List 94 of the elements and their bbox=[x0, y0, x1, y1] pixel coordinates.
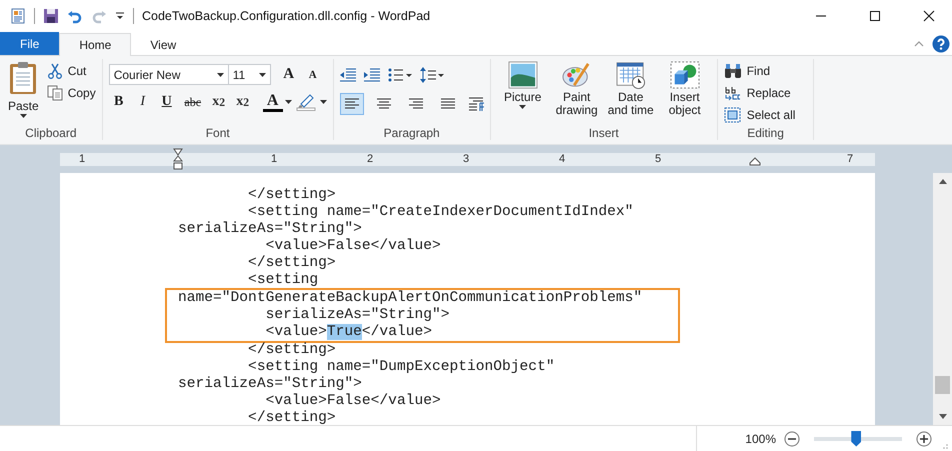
code-line: <value>False</value> bbox=[264, 238, 441, 254]
code-line: </setting> bbox=[247, 342, 336, 358]
group-label: Insert bbox=[588, 126, 620, 140]
palette-icon bbox=[562, 61, 592, 89]
select-all-icon bbox=[724, 107, 742, 123]
caret-icon[interactable] bbox=[284, 100, 292, 104]
vertical-scrollbar[interactable] bbox=[933, 173, 952, 425]
decrease-indent-icon[interactable] bbox=[340, 68, 356, 82]
customize-caret-icon[interactable] bbox=[115, 11, 125, 21]
code-line: </setting> bbox=[247, 187, 336, 203]
code-line: serializeAs="String"> bbox=[178, 221, 362, 237]
caret-icon bbox=[258, 72, 266, 76]
ruler-number: 3 bbox=[462, 152, 470, 166]
paragraph-icon[interactable] bbox=[468, 97, 484, 111]
ruler-number: 7 bbox=[846, 152, 854, 166]
caret-icon bbox=[216, 72, 224, 76]
right-indent-marker-icon[interactable] bbox=[749, 156, 761, 166]
code-line: <value>True</value> bbox=[264, 324, 432, 340]
insert-button[interactable]: Insert object bbox=[658, 61, 711, 126]
insert-button[interactable]: Date and time bbox=[604, 61, 657, 126]
caret-icon bbox=[20, 114, 27, 118]
scroll-up-icon[interactable] bbox=[938, 179, 946, 184]
replace-icon bbox=[724, 85, 742, 101]
ruler-number: 4 bbox=[558, 152, 566, 166]
format-button[interactable]: I bbox=[132, 92, 153, 112]
editing-button[interactable]: Replace bbox=[724, 84, 796, 102]
format-button[interactable]: B bbox=[108, 92, 129, 112]
scrollbar-thumb[interactable] bbox=[935, 376, 950, 394]
code-line: </setting> bbox=[247, 255, 336, 271]
insert-button[interactable]: Picture bbox=[496, 61, 549, 126]
scroll-down-icon[interactable] bbox=[938, 414, 946, 419]
group-label: Font bbox=[204, 126, 231, 140]
format-button[interactable]: abc bbox=[180, 92, 205, 112]
code-line: <value>False</value> bbox=[264, 393, 441, 409]
paste-button[interactable]: Paste bbox=[6, 61, 41, 126]
calendar-clock-icon bbox=[616, 61, 646, 89]
caret-icon bbox=[519, 105, 526, 109]
line-spacing-icon[interactable] bbox=[420, 67, 444, 83]
help-icon[interactable] bbox=[932, 34, 950, 52]
document-page[interactable] bbox=[60, 173, 875, 425]
editing-button[interactable]: Find bbox=[724, 62, 796, 80]
font-family-field[interactable]: Courier New bbox=[108, 64, 229, 85]
align-icon bbox=[440, 98, 456, 110]
copy-button[interactable]: Copy bbox=[46, 84, 96, 102]
highlighter-icon[interactable] bbox=[296, 93, 318, 111]
bullet-list-icon[interactable] bbox=[388, 68, 412, 82]
ruler-number: 5 bbox=[654, 152, 662, 166]
format-button[interactable]: U bbox=[156, 92, 177, 112]
code-line: </setting> bbox=[247, 410, 336, 425]
cut-button[interactable]: Cut bbox=[46, 62, 96, 80]
zoom-in-icon[interactable] bbox=[916, 430, 932, 446]
collapse-ribbon-icon[interactable] bbox=[914, 40, 924, 48]
ribbon-tab[interactable]: Home bbox=[59, 33, 132, 56]
ruler-number: 1 bbox=[270, 152, 278, 166]
align-icon bbox=[376, 98, 392, 110]
font-size-field[interactable]: 11 bbox=[228, 64, 271, 85]
caret-icon[interactable] bbox=[320, 100, 327, 104]
code-line: <setting name="CreateIndexerDocumentIdIndex" bbox=[247, 204, 634, 220]
copy-icon bbox=[46, 85, 63, 101]
zoom-out-icon[interactable] bbox=[784, 430, 800, 446]
ruler-number: 2 bbox=[366, 152, 374, 166]
increase-indent-icon[interactable] bbox=[364, 68, 380, 82]
align-icon bbox=[408, 98, 424, 110]
scissors-icon bbox=[46, 63, 63, 79]
shrink-font-button[interactable]: A bbox=[302, 64, 323, 84]
save-icon[interactable] bbox=[43, 8, 59, 24]
ribbon-tab[interactable]: File bbox=[0, 32, 60, 55]
group-label: Paragraph bbox=[382, 126, 441, 140]
zoom-slider-thumb[interactable] bbox=[851, 430, 862, 446]
binoculars-icon bbox=[724, 63, 742, 79]
wordpad-icon[interactable] bbox=[10, 8, 26, 24]
indent-marker-icon[interactable] bbox=[173, 148, 183, 170]
code-line: name="DontGenerateBackupAlertOnCommunicationProblems" bbox=[178, 290, 642, 306]
ribbon-tab[interactable]: View bbox=[131, 33, 196, 56]
insert-button[interactable]: Paint drawing bbox=[550, 61, 603, 126]
window-title: CodeTwoBackup.Configuration.dll.config - WordPad bbox=[142, 9, 430, 23]
zoom-level: 100% bbox=[745, 432, 776, 446]
align-icon bbox=[344, 98, 360, 110]
group-label: Clipboard bbox=[24, 126, 78, 140]
ruler-number: 1 bbox=[78, 152, 86, 166]
font-color-button[interactable]: A bbox=[262, 92, 283, 112]
clipboard-icon bbox=[9, 61, 38, 95]
undo-icon[interactable] bbox=[67, 8, 83, 24]
code-line: serializeAs="String"> bbox=[178, 376, 362, 392]
group-label: Editing bbox=[746, 126, 785, 140]
editing-button[interactable]: Select all bbox=[724, 106, 796, 124]
code-line: <setting bbox=[247, 272, 318, 288]
code-line: <setting name="DumpExceptionObject" bbox=[247, 359, 555, 375]
landscape-icon bbox=[508, 61, 538, 89]
close-icon bbox=[923, 10, 935, 22]
grow-font-button[interactable]: A bbox=[278, 64, 299, 84]
align-left-button[interactable] bbox=[340, 93, 364, 115]
maximize-icon bbox=[869, 10, 881, 22]
code-line: serializeAs="String"> bbox=[264, 307, 450, 323]
